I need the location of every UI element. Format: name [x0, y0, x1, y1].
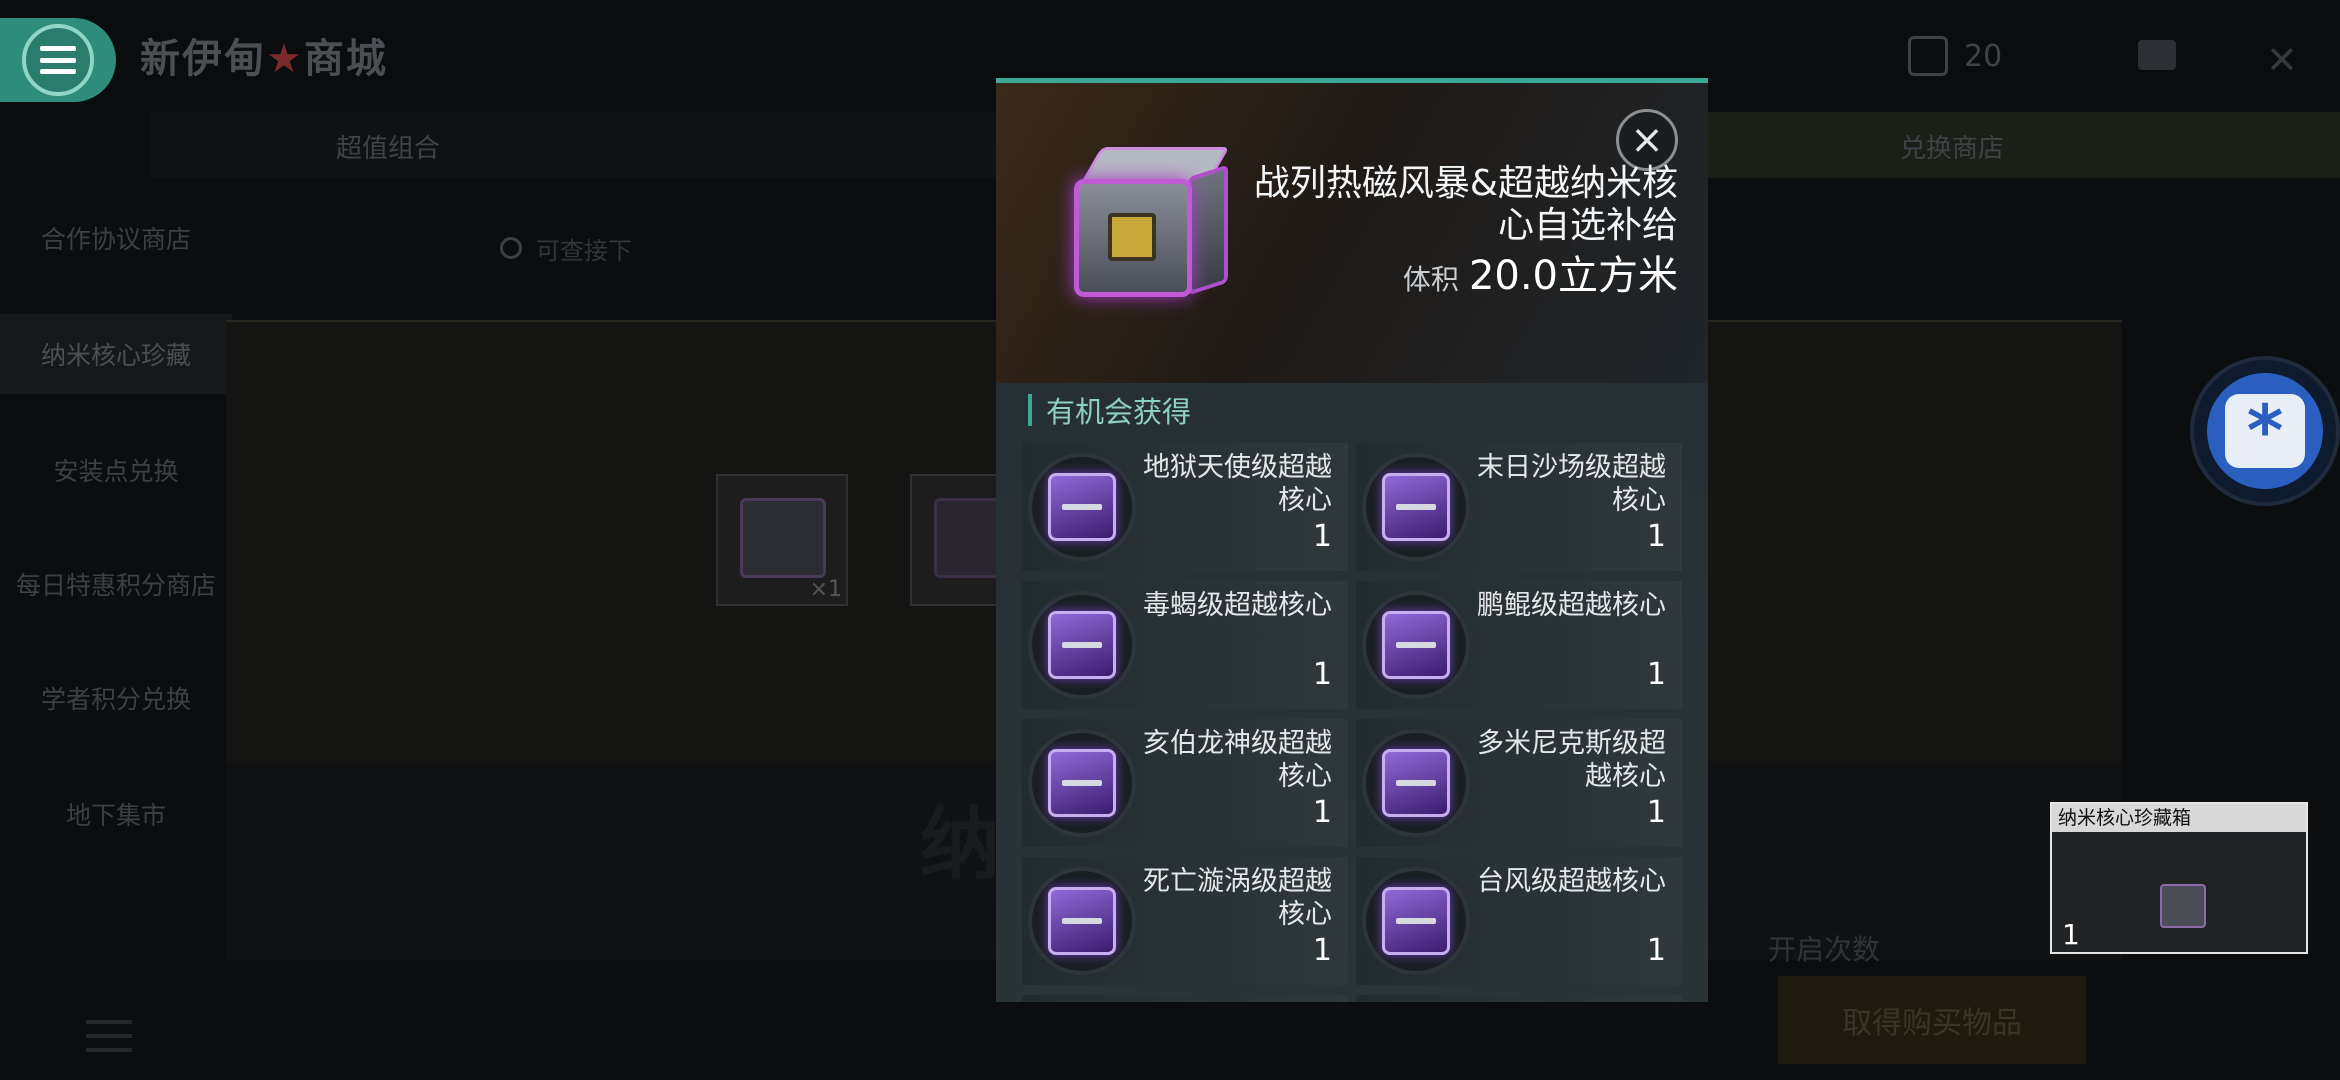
open-count-label: 开启次数	[1768, 933, 1881, 966]
left-nav: 合作协议商店 纳米核心珍藏 安装点兑换 每日特惠积分商店 学者积分兑换 地下集市	[0, 180, 232, 1080]
reward-medal	[1362, 453, 1470, 561]
search-box[interactable]: 可查接下	[490, 218, 1010, 278]
core-gem-icon	[1048, 749, 1116, 817]
reward-card[interactable]: 末日沙场级超越核心 1	[1356, 443, 1682, 571]
reward-card[interactable]: 亥伯龙神级超越核心 1	[1022, 719, 1348, 847]
reward-card[interactable]: 鹏鲲级超越核心 1	[1356, 581, 1682, 709]
nav-item-install-exchange[interactable]: 安装点兑换	[0, 430, 232, 510]
banner-text: 纳	[920, 798, 1000, 891]
reward-medal	[1028, 729, 1136, 837]
reward-count: 1	[1646, 933, 1666, 968]
currency-value: 20	[1964, 38, 2003, 74]
tab-bundles[interactable]: 超值组合	[336, 128, 440, 165]
reward-card[interactable]: 毒蝎级超越核心 1	[1022, 581, 1348, 709]
shop-title: 新伊甸★商城	[140, 36, 388, 82]
menu-button[interactable]	[0, 18, 116, 102]
currency-icon	[1908, 36, 1948, 76]
reward-medal	[1028, 591, 1136, 699]
search-icon	[500, 237, 522, 259]
reward-grid: 地狱天使级超越核心 1 末日沙场级超越核心 1 毒蝎级超越核心 1 鹏鲲级超越核…	[1022, 443, 1682, 1002]
reward-name: 亥伯龙神级超越核心	[1143, 728, 1332, 792]
section-accent-bar	[1028, 394, 1032, 426]
reward-card[interactable]: 多米尼克斯级超越核心 1	[1356, 719, 1682, 847]
buy-button[interactable]: 取得购买物品	[1778, 976, 2086, 1064]
core-gem-icon	[1048, 611, 1116, 679]
nav-item-daily-points-shop[interactable]: 每日特惠积分商店	[0, 544, 232, 624]
tab-exchange-shop[interactable]: 兑换商店	[1900, 128, 2004, 165]
core-gem-icon	[1048, 473, 1116, 541]
reward-name: 鹏鲲级超越核心	[1477, 590, 1666, 621]
reward-medal	[1028, 867, 1136, 975]
reward-count: 1	[1312, 657, 1332, 692]
item-title: 战列热磁风暴&超越纳米核心自选补给	[1253, 163, 1678, 246]
reward-name: 死亡漩涡级超越核心	[1143, 866, 1332, 930]
asterisk-icon: *	[2225, 394, 2305, 468]
search-placeholder: 可查接下	[536, 236, 632, 265]
assistant-button[interactable]: *	[2190, 356, 2340, 506]
reward-medal	[1362, 591, 1470, 699]
reward-count: 1	[1646, 657, 1666, 692]
inventory-icon[interactable]	[2138, 40, 2176, 70]
reward-medal	[1028, 453, 1136, 561]
item-volume: 体积 20.0立方米	[1403, 243, 1678, 301]
reward-card[interactable]: 台风级超越核心 1	[1356, 857, 1682, 985]
nav-item-cooperation-shop[interactable]: 合作协议商店	[0, 198, 232, 278]
close-button[interactable]: ×	[1616, 109, 1678, 171]
reward-count: 1	[1646, 519, 1666, 554]
shop-item-tile[interactable]: ×1	[716, 474, 848, 606]
supply-crate-icon	[1064, 137, 1234, 307]
core-gem-icon	[1382, 611, 1450, 679]
item-detail-modal: × 战列热磁风暴&超越纳米核心自选补给 体积 20.0立方米 有机会获得 地狱天…	[996, 78, 1708, 1002]
close-icon: ×	[1630, 117, 1664, 163]
reward-count: 1	[1312, 795, 1332, 830]
core-gem-icon	[1382, 749, 1450, 817]
nav-item-nano-core[interactable]: 纳米核心珍藏	[0, 314, 232, 394]
crate-icon	[2160, 884, 2206, 928]
reward-card-partial[interactable]	[1022, 995, 1348, 1002]
nav-item-scholar-points[interactable]: 学者积分兑换	[0, 658, 232, 738]
reward-medal	[1362, 729, 1470, 837]
currency-display: 20	[1908, 36, 2002, 76]
mini-window-count: 1	[2062, 918, 2080, 951]
nav-item-underground-market[interactable]: 地下集市	[0, 774, 232, 854]
reward-name: 台风级超越核心	[1477, 866, 1666, 897]
core-gem-icon	[1382, 887, 1450, 955]
reward-name: 毒蝎级超越核心	[1143, 590, 1332, 621]
volume-value: 20.0立方米	[1468, 253, 1678, 299]
volume-label: 体积	[1402, 263, 1459, 296]
menu-icon	[22, 24, 94, 96]
reward-card[interactable]: 死亡漩涡级超越核心 1	[1022, 857, 1348, 985]
star-icon: ★	[266, 36, 304, 82]
reward-card[interactable]: 地狱天使级超越核心 1	[1022, 443, 1348, 571]
modal-header: × 战列热磁风暴&超越纳米核心自选补给 体积 20.0立方米	[996, 83, 1708, 383]
mini-window-title: 纳米核心珍藏箱	[2052, 804, 2306, 832]
reward-count: 1	[1312, 933, 1332, 968]
reward-name: 多米尼克斯级超越核心	[1477, 728, 1666, 792]
reward-name: 末日沙场级超越核心	[1477, 452, 1666, 516]
reward-medal	[1362, 867, 1470, 975]
core-gem-icon	[1048, 887, 1116, 955]
list-icon[interactable]	[86, 1020, 132, 1052]
section-title: 有机会获得	[1046, 395, 1192, 429]
core-gem-icon	[1382, 473, 1450, 541]
reward-name: 地狱天使级超越核心	[1143, 452, 1332, 516]
mini-preview-window[interactable]: 纳米核心珍藏箱 1	[2050, 802, 2308, 954]
crate-icon	[740, 498, 826, 578]
reward-count: 1	[1312, 519, 1332, 554]
section-header: 有机会获得	[1028, 389, 1191, 431]
reward-card-partial[interactable]	[1356, 995, 1682, 1002]
reward-count: 1	[1646, 795, 1666, 830]
close-shop-icon[interactable]: ✕	[2266, 38, 2298, 82]
